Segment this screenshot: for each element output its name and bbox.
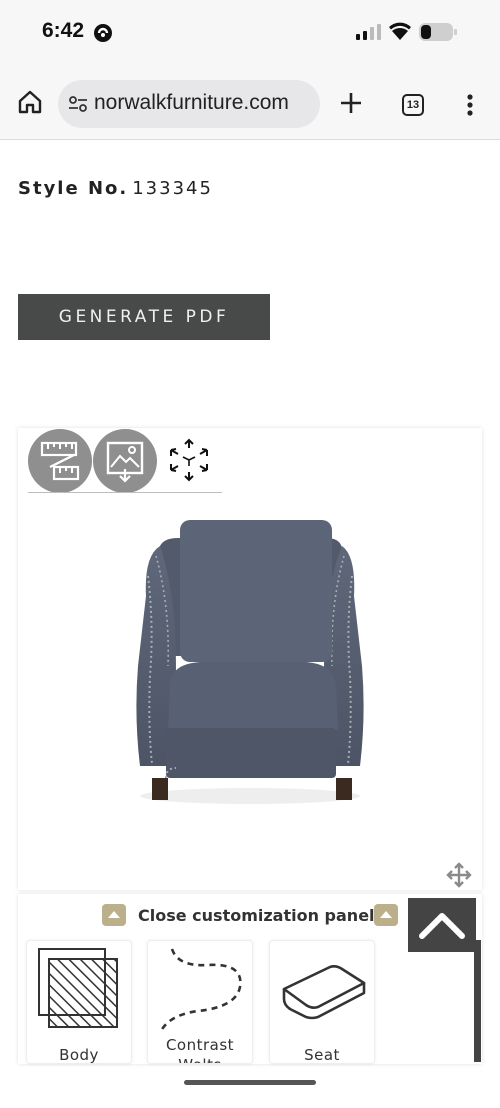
option-contrast-welts[interactable]: Contrast Welts [147,940,253,1064]
collapse-arrow-icon[interactable] [374,904,398,926]
product-image [136,520,364,804]
style-number-value: 133345 [132,178,213,199]
image-download-icon [106,441,144,483]
view-3d-icon[interactable] [168,438,210,482]
toolbar-divider [28,492,222,493]
status-time: 6:42 [42,19,85,42]
close-customization-toggle[interactable]: Close customization panel [102,904,398,928]
url-text: norwalkfurniture.com [94,91,289,114]
collapse-arrow-icon[interactable] [102,904,126,926]
site-settings-icon[interactable] [68,94,88,118]
generate-pdf-button[interactable]: GENERATE PDF [18,294,270,340]
welt-stitch-icon [158,948,242,1034]
dimensions-button[interactable] [28,429,92,493]
move-icon[interactable] [446,862,472,892]
customization-toggle-label: Close customization panel [138,906,375,925]
new-tab-icon[interactable] [338,90,364,116]
style-number-label: Style No. [18,178,129,199]
option-seat-label: Seat [304,1046,340,1064]
chevron-up-icon [419,913,465,939]
more-menu-icon[interactable] [466,94,474,116]
option-body[interactable]: Body [26,940,132,1064]
browser-toolbar: norwalkfurniture.com 13 [0,62,500,140]
option-seat[interactable]: Seat [269,940,375,1064]
wifi-icon [388,21,412,45]
home-indicator[interactable] [184,1080,316,1085]
product-viewer [18,428,482,890]
option-contrast-welts-label: Contrast Welts [165,1036,235,1063]
address-bar[interactable]: norwalkfurniture.com [58,80,320,128]
battery-icon [418,22,458,46]
tab-switcher-button[interactable]: 13 [402,94,424,116]
style-number: Style No. 133345 [18,178,213,199]
scrollbar[interactable] [474,940,481,1062]
home-icon[interactable] [16,88,44,116]
scroll-to-top-button[interactable] [408,898,476,952]
image-download-button[interactable] [93,429,157,493]
ruler-icon [40,441,80,481]
signal-icon [356,24,382,44]
fabric-swatch-icon [38,948,118,1028]
option-body-label: Body [59,1046,99,1064]
app-badge-icon [92,22,114,48]
status-bar: 6:42 [0,0,500,62]
seat-cushion-icon [282,965,366,1020]
